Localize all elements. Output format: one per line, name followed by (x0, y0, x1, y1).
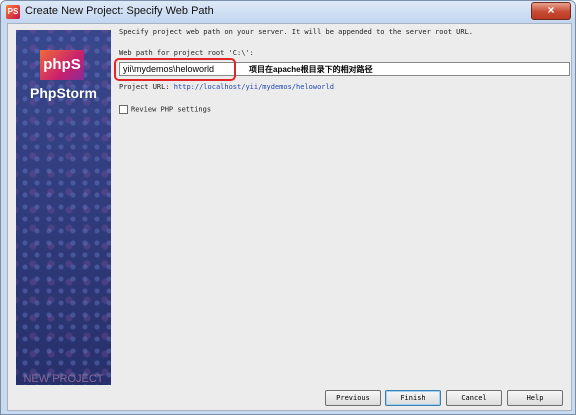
review-php-settings[interactable]: Review PHP settings (119, 105, 211, 114)
previous-button[interactable]: Previous (325, 390, 381, 406)
dialog-body: phpS PhpStorm NEW PROJECT Specify projec… (7, 23, 572, 411)
cancel-button[interactable]: Cancel (446, 390, 502, 406)
instruction-text: Specify project web path on your server.… (119, 28, 474, 36)
title-bar[interactable]: PS Create New Project: Specify Web Path … (1, 1, 575, 23)
new-project-label: NEW PROJECT (23, 373, 104, 385)
project-url-row: Project URL: http://localhost/yii/mydemo… (119, 83, 334, 91)
phpstorm-banner: phpS PhpStorm NEW PROJECT (16, 30, 111, 385)
close-button[interactable]: × (531, 2, 571, 20)
dialog-window: PS Create New Project: Specify Web Path … (0, 0, 576, 415)
window-title: Create New Project: Specify Web Path (25, 5, 214, 17)
phpstorm-app-icon: PS (6, 5, 20, 19)
help-button[interactable]: Help (507, 390, 563, 406)
project-url-link[interactable]: http://localhost/yii/mydemos/heloworld (174, 83, 334, 91)
finish-button[interactable]: Finish (385, 390, 441, 406)
review-php-checkbox[interactable] (119, 105, 128, 114)
phpstorm-logo-text: PhpStorm (30, 85, 97, 101)
web-path-label: Web path for project root 'C:\': (119, 49, 254, 57)
annotation-highlight-box (114, 58, 236, 81)
project-url-label: Project URL: (119, 83, 170, 91)
phpstorm-logo-icon: phpS (40, 50, 84, 80)
annotation-text: 项目在apache根目录下的相对路径 (249, 65, 373, 74)
review-php-label: Review PHP settings (131, 105, 212, 114)
